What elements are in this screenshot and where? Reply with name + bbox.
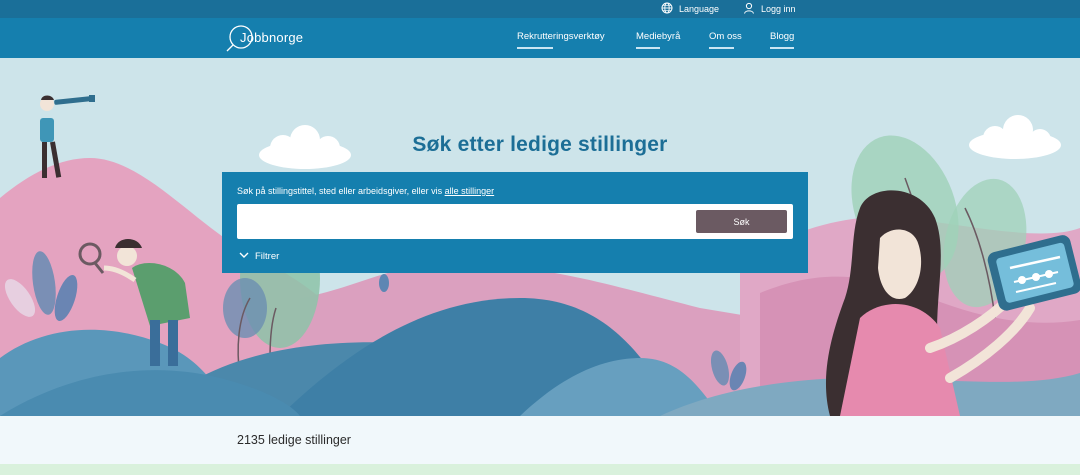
filter-label: Filtrer [255, 251, 280, 262]
nav-item-blogg[interactable]: Blogg [770, 31, 795, 49]
nav-label: Mediebyrå [636, 31, 681, 42]
nav-label: Om oss [709, 31, 742, 42]
results-count: 2135 ledige stillinger [237, 433, 351, 447]
nav-item-mediebyra[interactable]: Mediebyrå [636, 31, 681, 49]
page-title: Søk etter ledige stillinger [412, 133, 668, 156]
search-box: Søk [237, 204, 793, 239]
hero: Søk etter ledige stillinger Søk på still… [0, 58, 1080, 416]
login-label: Logg inn [761, 4, 796, 14]
all-jobs-link[interactable]: alle stillinger [445, 186, 495, 196]
language-link[interactable]: Language [661, 2, 719, 16]
user-icon [743, 2, 755, 16]
chevron-down-icon [239, 251, 249, 262]
main-nav: Jobbnorge Rekrutteringsverktøy Mediebyrå… [0, 18, 1080, 58]
logo[interactable]: Jobbnorge [226, 24, 304, 52]
language-label: Language [679, 4, 720, 14]
login-link[interactable]: Logg inn [743, 2, 796, 16]
search-panel: Søk på stillingstittel, sted eller arbei… [222, 172, 808, 273]
nav-label: Blogg [770, 31, 795, 42]
nav-label: Rekrutteringsverktøy [517, 31, 605, 42]
nav-item-rekrutteringsverktoy[interactable]: Rekrutteringsverktøy [517, 31, 605, 49]
search-input[interactable] [237, 204, 687, 239]
nav-underline [709, 47, 734, 49]
filter-toggle[interactable]: Filtrer [239, 251, 279, 262]
bottom-strip [0, 464, 1080, 475]
globe-icon [661, 2, 673, 16]
search-button[interactable]: Søk [696, 210, 787, 233]
nav-item-om-oss[interactable]: Om oss [709, 31, 742, 49]
utility-bar: Language Logg inn [0, 0, 1080, 18]
nav-underline [636, 47, 661, 49]
search-caption: Søk på stillingstittel, sted eller arbei… [237, 186, 494, 196]
search-caption-text: Søk på stillingstittel, sted eller arbei… [237, 186, 443, 196]
results-bar: 2135 ledige stillinger [0, 416, 1080, 464]
nav-underline [770, 47, 795, 49]
logo-text: Jobbnorge [240, 29, 304, 45]
nav-underline [517, 47, 553, 49]
